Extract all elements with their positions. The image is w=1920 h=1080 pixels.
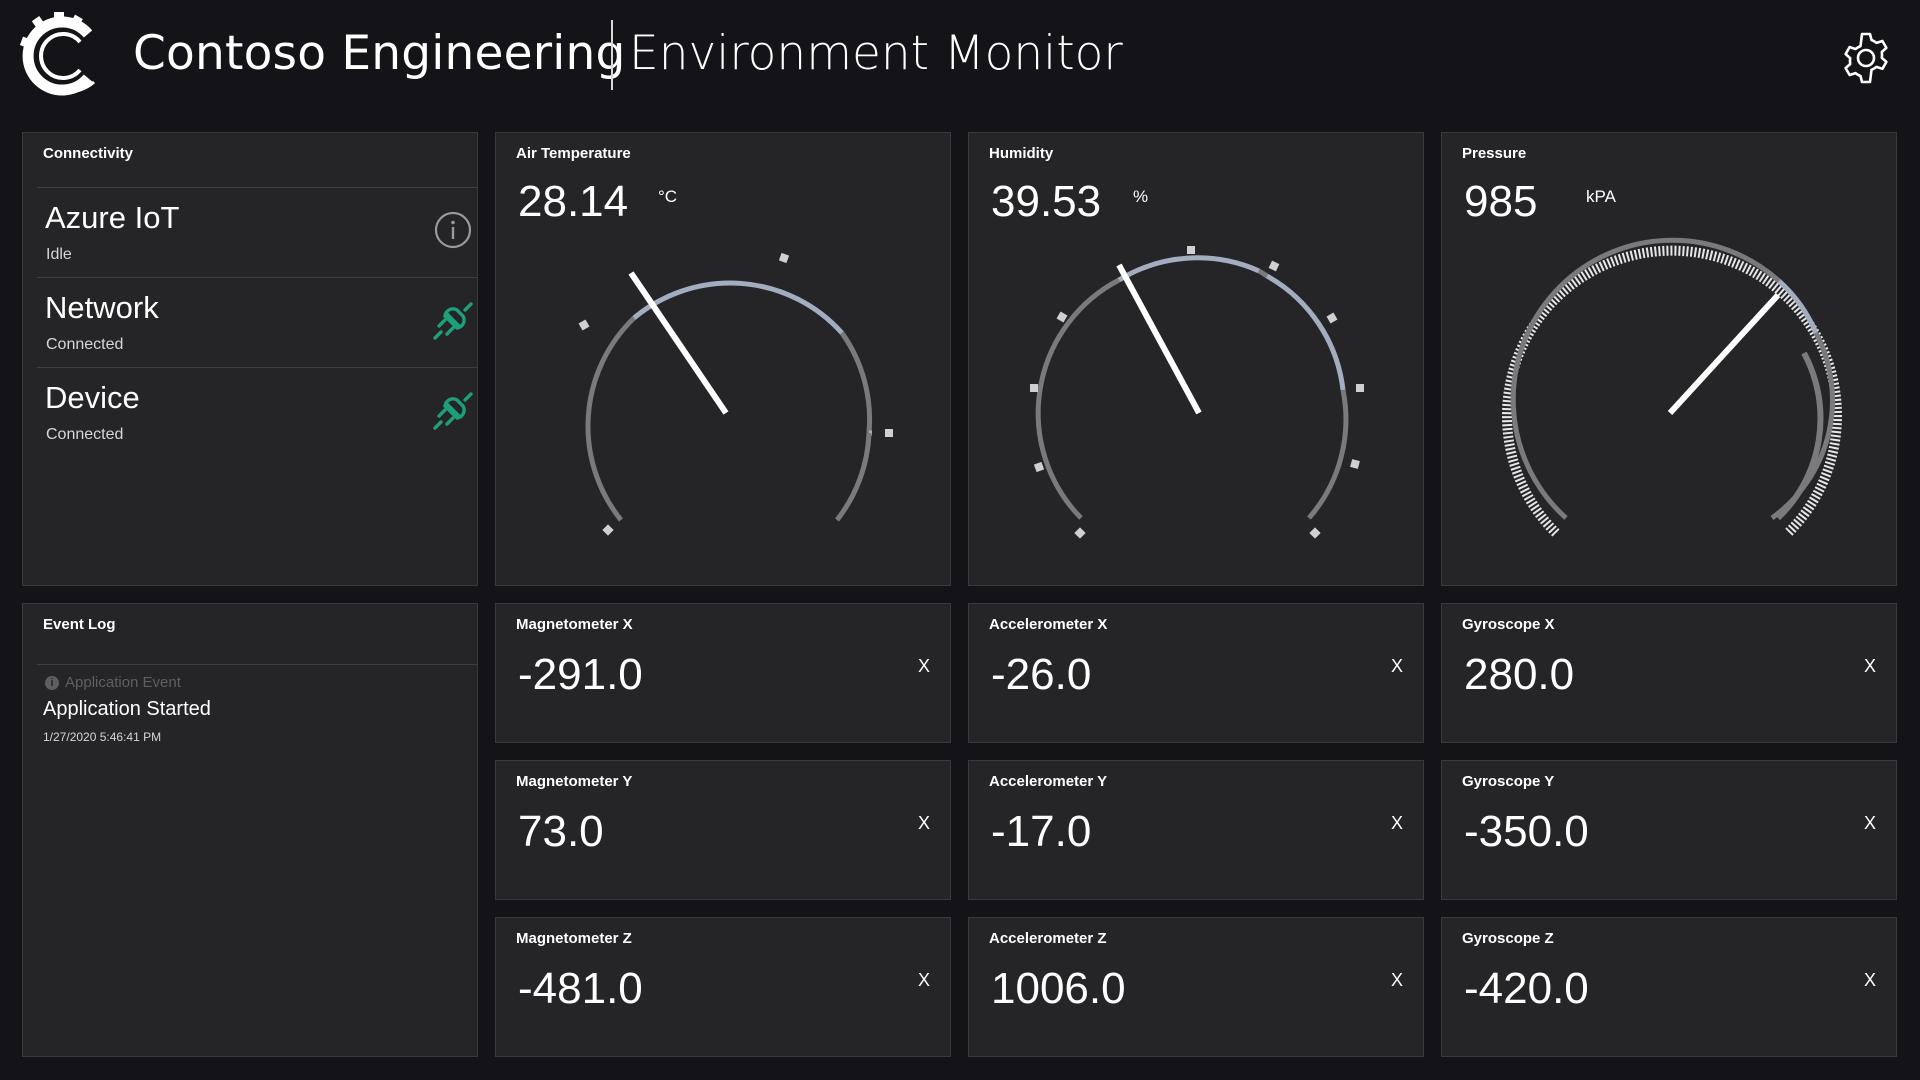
air-temperature-panel: Air Temperature 28.14 °C	[495, 132, 951, 586]
magnetometer-y-tile: Magnetometer Y 73.0 X	[495, 760, 951, 900]
magnetometer-z-tile: Magnetometer Z -481.0 X	[495, 917, 951, 1057]
connection-status: Connected	[46, 336, 124, 353]
connection-row-network[interactable]: Network Connected	[37, 277, 477, 367]
sensor-value: -420.0	[1464, 964, 1589, 1013]
tile-title: Magnetometer X	[516, 616, 633, 633]
info-icon: i	[45, 675, 59, 690]
log-category-text: Application Event	[65, 674, 181, 691]
plug-icon	[433, 392, 473, 430]
gauge-unit: %	[1133, 187, 1149, 206]
gauge-value: 985	[1464, 177, 1538, 226]
tile-title: Magnetometer Y	[516, 773, 633, 790]
title-divider	[611, 20, 613, 90]
sensor-unit: X	[1863, 970, 1876, 990]
panel-title: Air Temperature	[516, 145, 631, 162]
connection-status: Connected	[46, 426, 124, 443]
sensor-unit: X	[917, 656, 930, 676]
sensor-value: -26.0	[991, 650, 1092, 699]
log-entry-message[interactable]: Application Started	[43, 698, 211, 721]
gauge-unit: °C	[658, 187, 678, 206]
sensor-unit: X	[917, 970, 930, 990]
connection-status: Idle	[46, 246, 72, 263]
info-icon[interactable]	[431, 208, 475, 252]
log-divider	[37, 664, 477, 665]
tile-title: Accelerometer X	[989, 616, 1108, 633]
panel-title: Pressure	[1462, 145, 1527, 162]
tile-title: Gyroscope X	[1462, 616, 1555, 633]
sensor-value: 1006.0	[991, 964, 1126, 1013]
sensor-unit: X	[1863, 656, 1876, 676]
connection-name: Device	[45, 380, 140, 415]
gyroscope-z-tile: Gyroscope Z -420.0 X	[1441, 917, 1897, 1057]
log-entry-timestamp: 1/27/2020 5:46:41 PM	[43, 730, 162, 744]
app-title: Environment Monitor	[629, 26, 1123, 81]
gauge-value: 39.53	[991, 177, 1102, 226]
sensor-value: -17.0	[991, 807, 1092, 856]
gauge-value: 28.14	[518, 177, 629, 226]
connection-name: Network	[45, 290, 159, 325]
sensor-value: -291.0	[518, 650, 643, 699]
connectivity-panel: Connectivity Azure IoT Idle Network Conn…	[22, 132, 478, 586]
sensor-unit: X	[917, 813, 930, 833]
sensor-unit: X	[1390, 970, 1403, 990]
tile-title: Magnetometer Z	[516, 930, 632, 947]
sensor-unit: X	[1390, 813, 1403, 833]
contoso-logo-icon	[20, 12, 95, 96]
sensor-unit: X	[1863, 813, 1876, 833]
gauge-unit: kPA	[1586, 187, 1616, 206]
gear-icon[interactable]	[1838, 30, 1894, 86]
event-log-panel: Event Log i Application Event Applicatio…	[22, 603, 478, 1057]
panel-title: Connectivity	[43, 145, 134, 162]
sensor-unit: X	[1390, 656, 1403, 676]
sensor-value: -350.0	[1464, 807, 1589, 856]
accelerometer-z-tile: Accelerometer Z 1006.0 X	[968, 917, 1424, 1057]
connection-row-device[interactable]: Device Connected	[37, 367, 477, 457]
log-entry-category: i Application Event	[45, 674, 181, 691]
pressure-panel: Pressure 985 kPA	[1441, 132, 1897, 586]
accelerometer-x-tile: Accelerometer X -26.0 X	[968, 603, 1424, 743]
sensor-value: 73.0	[518, 807, 604, 856]
tile-title: Gyroscope Y	[1462, 773, 1555, 790]
sensor-value: 280.0	[1464, 650, 1575, 699]
gyroscope-x-tile: Gyroscope X 280.0 X	[1441, 603, 1897, 743]
gauge-needle	[1116, 263, 1202, 415]
gyroscope-y-tile: Gyroscope Y -350.0 X	[1441, 760, 1897, 900]
magnetometer-x-tile: Magnetometer X -291.0 X	[495, 603, 951, 743]
connection-row-azure-iot[interactable]: Azure IoT Idle	[37, 187, 477, 277]
sensor-value: -481.0	[518, 964, 643, 1013]
gauge-needle	[1667, 292, 1781, 416]
humidity-panel: Humidity 39.53 %	[968, 132, 1424, 586]
tile-title: Accelerometer Z	[989, 930, 1107, 947]
tile-title: Accelerometer Y	[989, 773, 1108, 790]
panel-title: Event Log	[43, 616, 116, 633]
plug-icon	[433, 302, 473, 340]
accelerometer-y-tile: Accelerometer Y -17.0 X	[968, 760, 1424, 900]
company-name: Contoso Engineering	[133, 26, 626, 81]
connection-name: Azure IoT	[45, 200, 180, 235]
tile-title: Gyroscope Z	[1462, 930, 1554, 947]
panel-title: Humidity	[989, 145, 1054, 162]
app-header: Contoso Engineering Environment Monitor	[0, 0, 1920, 120]
